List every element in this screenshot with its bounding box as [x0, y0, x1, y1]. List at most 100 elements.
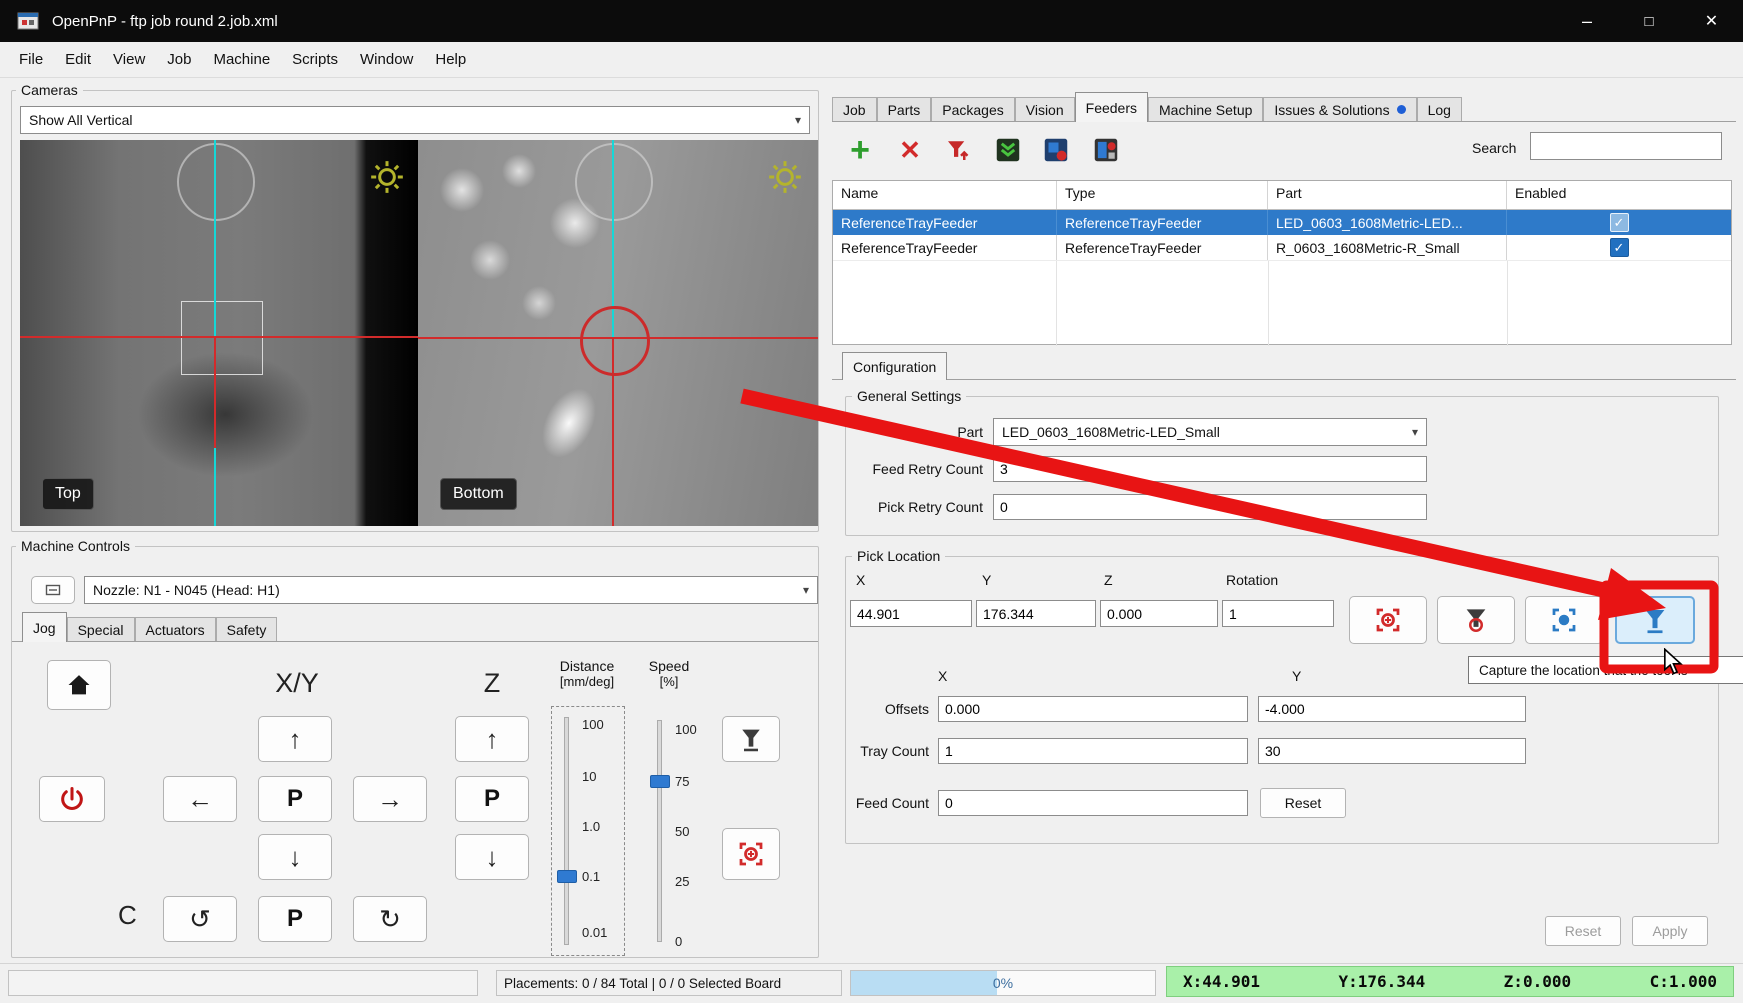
nozzle-collapse-button[interactable] [31, 576, 75, 604]
menu-file[interactable]: File [8, 51, 54, 68]
table-row[interactable]: ReferenceTrayFeeder ReferenceTrayFeeder … [833, 235, 1731, 261]
feed-and-pick-button[interactable] [1036, 130, 1076, 170]
jog-x-minus-button[interactable]: ← [163, 776, 237, 822]
light-icon[interactable] [367, 157, 407, 197]
enabled-checkbox[interactable]: ✓ [1610, 238, 1629, 257]
jog-c-ccw-button[interactable]: ↺ [163, 896, 237, 942]
distance-slider[interactable]: 100 10 1.0 0.1 0.01 [551, 706, 625, 956]
chevron-down-icon: ▾ [795, 113, 801, 127]
offsets-y-input[interactable] [1258, 696, 1526, 722]
config-reset-button[interactable]: Reset [1545, 916, 1621, 946]
capture-tool-location-button[interactable] [1437, 596, 1515, 644]
power-button[interactable] [39, 776, 105, 822]
enabled-checkbox[interactable]: ✓ [1610, 213, 1629, 232]
plus-icon: + [850, 133, 870, 167]
tab-vision[interactable]: Vision [1015, 97, 1075, 121]
selection-box-overlay [181, 301, 263, 375]
tab-feeders[interactable]: Feeders [1075, 92, 1148, 122]
pick-rotation-input[interactable] [1222, 600, 1334, 627]
tray-count-x-input[interactable] [938, 738, 1248, 764]
feed-count-reset-button[interactable]: Reset [1260, 788, 1346, 818]
speed-slider-thumb[interactable] [650, 775, 670, 788]
config-apply-button[interactable]: Apply [1632, 916, 1708, 946]
dro-x: X:44.901 [1183, 972, 1260, 991]
camera-feed-top[interactable]: Top [20, 140, 418, 526]
minimize-button[interactable]: – [1556, 0, 1618, 42]
feeder-vision-button[interactable] [1086, 130, 1126, 170]
pick-y-input[interactable] [976, 600, 1096, 627]
jog-c-cw-button[interactable]: ↻ [353, 896, 427, 942]
cell-enabled: ✓ [1507, 210, 1731, 235]
tab-job[interactable]: Job [832, 97, 877, 121]
move-tool-to-location-button[interactable] [1615, 596, 1695, 644]
position-xy-button[interactable]: P [258, 776, 332, 822]
jog-z-plus-button[interactable]: ↑ [455, 716, 529, 762]
position-c-button[interactable]: P [258, 896, 332, 942]
tab-issues-solutions[interactable]: Issues & Solutions [1263, 97, 1416, 121]
tab-packages[interactable]: Packages [931, 97, 1014, 121]
pick-button[interactable] [988, 130, 1028, 170]
tray-count-y-input[interactable] [1258, 738, 1526, 764]
camera-top-label: Top [42, 478, 94, 510]
nozzle-selector[interactable]: Nozzle: N1 - N045 (Head: H1) ▾ [84, 576, 818, 604]
jog-y-plus-button[interactable]: ↑ [258, 716, 332, 762]
menu-machine[interactable]: Machine [202, 51, 281, 68]
speed-slider-groove[interactable] [657, 720, 662, 942]
pick-retry-count-input[interactable] [993, 494, 1427, 520]
home-button[interactable] [47, 660, 111, 710]
jog-y-minus-button[interactable]: ↓ [258, 834, 332, 880]
tab-log[interactable]: Log [1417, 97, 1462, 121]
column-header-name[interactable]: Name [833, 181, 1057, 209]
jog-z-minus-button[interactable]: ↓ [455, 834, 529, 880]
maximize-button[interactable]: □ [1618, 0, 1680, 42]
feed-pick-icon [1041, 135, 1071, 165]
remove-feeder-button[interactable]: ✕ [890, 130, 930, 170]
tab-special[interactable]: Special [67, 617, 135, 641]
pick-z-input[interactable] [1100, 600, 1218, 627]
menu-job[interactable]: Job [156, 51, 202, 68]
speed-slider[interactable]: 100 75 50 25 0 [645, 712, 711, 956]
distance-slider-groove[interactable] [564, 717, 569, 945]
tab-actuators[interactable]: Actuators [135, 617, 216, 641]
menu-help[interactable]: Help [424, 51, 477, 68]
pick-location-title: Pick Location [852, 548, 945, 564]
config-reset-label: Reset [1565, 923, 1602, 939]
tab-machine-setup[interactable]: Machine Setup [1148, 97, 1263, 121]
menu-view[interactable]: View [102, 51, 156, 68]
capture-camera-location-button[interactable] [1349, 596, 1427, 644]
feed-count-input[interactable] [938, 790, 1248, 816]
position-z-button[interactable]: P [455, 776, 529, 822]
column-header-part[interactable]: Part [1268, 181, 1507, 209]
add-feeder-button[interactable]: + [840, 130, 880, 170]
issues-badge [1397, 105, 1406, 114]
general-settings-title: General Settings [852, 388, 966, 404]
table-row[interactable]: ReferenceTrayFeeder ReferenceTrayFeeder … [833, 210, 1731, 235]
part-selector[interactable]: LED_0603_1608Metric-LED_Small ▾ [993, 418, 1427, 446]
camera-feed-bottom[interactable]: Bottom [418, 140, 818, 526]
tab-jog[interactable]: Jog [22, 612, 67, 642]
camera-view-selector[interactable]: Show All Vertical ▾ [20, 106, 810, 134]
feed-button[interactable] [938, 130, 978, 170]
column-header-enabled[interactable]: Enabled [1507, 181, 1731, 209]
park-nozzle-button[interactable] [722, 716, 780, 762]
nozzle-selector-value: Nozzle: N1 - N045 (Head: H1) [93, 582, 280, 598]
search-input[interactable] [1530, 132, 1722, 160]
feed-retry-count-input[interactable] [993, 456, 1427, 482]
menu-scripts[interactable]: Scripts [281, 51, 349, 68]
camera-view-selector-value: Show All Vertical [29, 112, 133, 128]
tab-parts[interactable]: Parts [877, 97, 932, 121]
offsets-x-input[interactable] [938, 696, 1248, 722]
column-header-type[interactable]: Type [1057, 181, 1268, 209]
move-camera-to-location-button[interactable] [1525, 596, 1603, 644]
tab-configuration[interactable]: Configuration [842, 352, 947, 380]
dro-z: Z:0.000 [1504, 972, 1571, 991]
jog-x-plus-button[interactable]: → [353, 776, 427, 822]
menu-edit[interactable]: Edit [54, 51, 102, 68]
menu-window[interactable]: Window [349, 51, 424, 68]
distance-slider-thumb[interactable] [557, 870, 577, 883]
tab-safety[interactable]: Safety [216, 617, 278, 641]
close-button[interactable]: ✕ [1680, 0, 1743, 42]
pick-x-input[interactable] [850, 600, 972, 627]
light-icon[interactable] [765, 157, 805, 197]
position-camera-button[interactable] [722, 828, 780, 880]
